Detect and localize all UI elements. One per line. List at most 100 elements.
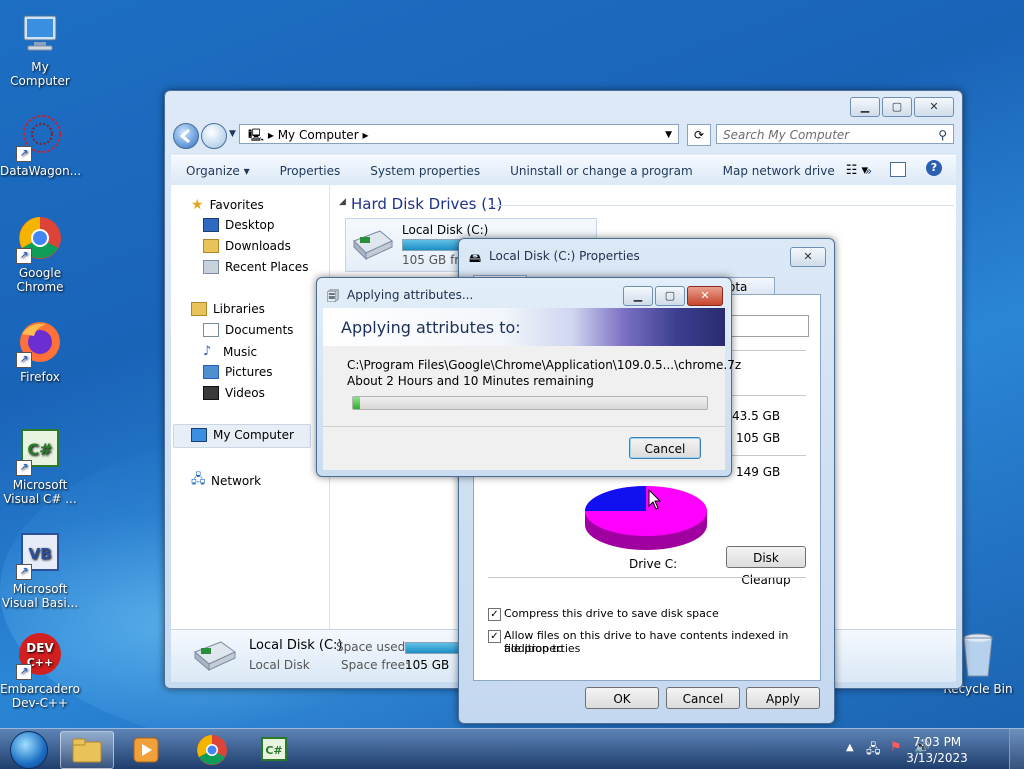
forward-button[interactable] bbox=[201, 123, 227, 149]
used-space-value: 43.5 GB bbox=[732, 409, 781, 423]
action-center-flag-icon[interactable]: ⚑ bbox=[890, 740, 902, 755]
network-tray-icon[interactable]: 🖧 bbox=[866, 740, 881, 762]
details-drive-name: Local Disk (C:) bbox=[249, 638, 343, 653]
desktop-icon-label: DataWagon... bbox=[0, 164, 82, 178]
desktop-icon-label: Microsoft Visual C# ... bbox=[3, 478, 77, 506]
address-dropdown-icon[interactable]: ▼ bbox=[665, 125, 672, 145]
address-bar[interactable]: 🖳 ▸ My Computer ▸ ▼ bbox=[239, 124, 679, 144]
desktop-icon-datawagon[interactable]: ↗ DataWagon... bbox=[0, 114, 82, 178]
index-checkbox[interactable]: ✓ bbox=[488, 630, 501, 643]
maximize-button[interactable]: ▢ bbox=[655, 286, 685, 306]
start-button[interactable] bbox=[4, 729, 52, 769]
pictures-icon bbox=[203, 365, 219, 379]
nav-my-computer[interactable]: My Computer bbox=[191, 428, 294, 442]
apply-button[interactable]: Apply bbox=[746, 687, 820, 709]
desktop-icon-devcpp[interactable]: DEV C++ ↗ Embarcadero Dev-C++ bbox=[0, 632, 80, 710]
applying-caption-buttons: ▁ ▢ ✕ bbox=[623, 286, 723, 306]
nav-music[interactable]: ♪ Music bbox=[203, 344, 257, 359]
svg-text:DEV: DEV bbox=[26, 641, 54, 655]
compress-checkbox[interactable]: ✓ bbox=[488, 608, 501, 621]
uninstall-program-button[interactable]: Uninstall or change a program bbox=[495, 164, 708, 178]
taskbar-explorer[interactable] bbox=[60, 731, 114, 769]
properties-button[interactable]: Properties bbox=[265, 164, 356, 178]
properties-close-button[interactable]: ✕ bbox=[790, 247, 826, 267]
free-space-value: 105 GB bbox=[736, 431, 781, 445]
search-input[interactable]: Search My Computer ⚲ bbox=[716, 124, 954, 144]
desktop-icon-label: Embarcadero Dev-C++ bbox=[0, 682, 80, 710]
show-hidden-icons-button[interactable]: ▲ bbox=[846, 742, 854, 753]
network-icon: 🖧 bbox=[191, 472, 206, 487]
cancel-button[interactable]: Cancel bbox=[666, 687, 740, 709]
shortcut-arrow-icon: ↗ bbox=[16, 352, 32, 368]
desktop-icon-firefox[interactable]: ↗ Firefox bbox=[0, 320, 80, 384]
nav-recent-places[interactable]: Recent Places bbox=[203, 260, 308, 274]
compress-label: Compress this drive to save disk space bbox=[504, 607, 719, 620]
documents-icon bbox=[203, 323, 219, 337]
maximize-button[interactable]: ▢ bbox=[882, 97, 912, 117]
taskbar-chrome[interactable] bbox=[184, 731, 236, 767]
ok-button[interactable]: OK bbox=[585, 687, 659, 709]
capacity-value: 149 GB bbox=[736, 465, 781, 479]
breadcrumb-my-computer[interactable]: My Computer bbox=[278, 128, 359, 142]
show-desktop-button[interactable] bbox=[1009, 729, 1024, 769]
details-space-free-value: 105 GB bbox=[405, 658, 450, 672]
taskbar-clock[interactable]: 7:03 PM 3/13/2023 bbox=[902, 734, 972, 766]
taskbar: C# ▲ 🖧 ⚑ 🔊 7:03 PM 3/13/2023 bbox=[0, 728, 1024, 769]
datawagon-icon: ↗ bbox=[16, 114, 64, 162]
drive-c-label: Drive C: bbox=[629, 557, 678, 571]
applying-attributes-dialog: 🗐 Applying attributes... ▁ ▢ ✕ Applying … bbox=[316, 277, 741, 477]
minimize-button[interactable]: ▁ bbox=[850, 97, 880, 117]
applying-banner-text: Applying attributes to: bbox=[341, 318, 521, 337]
cancel-button[interactable]: Cancel bbox=[629, 437, 701, 459]
map-network-drive-button[interactable]: Map network drive bbox=[708, 164, 850, 178]
time-remaining: About 2 Hours and 10 Minutes remaining bbox=[347, 374, 594, 388]
taskbar-media-player[interactable] bbox=[120, 731, 172, 767]
star-icon: ★ bbox=[191, 197, 204, 213]
breadcrumb-chevron-icon: ▸ bbox=[362, 128, 369, 142]
system-properties-button[interactable]: System properties bbox=[355, 164, 495, 178]
shortcut-arrow-icon: ↗ bbox=[16, 564, 32, 580]
disk-cleanup-button[interactable]: Disk Cleanup bbox=[726, 546, 806, 587]
nav-videos[interactable]: Videos bbox=[203, 386, 265, 400]
nav-favorites[interactable]: ★ Favorites bbox=[191, 197, 264, 213]
progress-fill bbox=[353, 397, 361, 409]
chrome-icon bbox=[197, 735, 227, 765]
desktop-icon-my-computer[interactable]: My Computer bbox=[0, 10, 80, 88]
back-button[interactable] bbox=[173, 123, 199, 149]
nav-libraries[interactable]: Libraries bbox=[191, 302, 265, 316]
properties-title: Local Disk (C:) Properties bbox=[489, 249, 640, 263]
section-collapse-icon[interactable]: ◢ bbox=[339, 197, 346, 207]
refresh-button[interactable]: ⟳ bbox=[687, 124, 711, 146]
close-button[interactable]: ✕ bbox=[914, 97, 954, 117]
libraries-icon bbox=[191, 302, 207, 316]
clock-time: 7:03 PM bbox=[912, 735, 962, 749]
view-options-icon[interactable]: ☷ ▾ bbox=[846, 163, 868, 178]
organize-button[interactable]: Organize ▾ bbox=[171, 164, 265, 178]
section-hard-disk-drives[interactable]: Hard Disk Drives (1) bbox=[351, 195, 502, 213]
taskbar-visual-csharp[interactable]: C# bbox=[248, 731, 300, 767]
close-button[interactable]: ✕ bbox=[687, 286, 723, 306]
mouse-cursor-icon bbox=[648, 489, 662, 510]
current-file-path: C:\Program Files\Google\Chrome\Applicati… bbox=[347, 358, 742, 372]
search-icon: ⚲ bbox=[938, 128, 947, 142]
music-note-icon: ♪ bbox=[203, 344, 212, 359]
nav-pictures[interactable]: Pictures bbox=[203, 365, 273, 379]
shortcut-arrow-icon: ↗ bbox=[16, 146, 32, 162]
nav-desktop[interactable]: Desktop bbox=[203, 218, 275, 232]
shortcut-arrow-icon: ↗ bbox=[16, 460, 32, 476]
clock-date: 3/13/2023 bbox=[906, 751, 968, 765]
volume-label-field[interactable] bbox=[729, 315, 809, 337]
computer-icon: 🖳 bbox=[248, 128, 265, 142]
desktop-icon-chrome[interactable]: ↗ Google Chrome bbox=[0, 216, 80, 294]
nav-network[interactable]: 🖧 Network bbox=[191, 470, 261, 492]
nav-documents[interactable]: Documents bbox=[203, 323, 293, 337]
search-placeholder: Search My Computer bbox=[723, 128, 850, 142]
minimize-button[interactable]: ▁ bbox=[623, 286, 653, 306]
preview-pane-icon[interactable] bbox=[890, 162, 906, 177]
section-divider bbox=[489, 205, 954, 206]
desktop-icon-visual-basic[interactable]: VB ↗ Microsoft Visual Basi... bbox=[0, 532, 80, 610]
help-icon[interactable]: ? bbox=[926, 160, 942, 176]
nav-downloads[interactable]: Downloads bbox=[203, 239, 291, 253]
recent-pages-dropdown[interactable]: ▼ bbox=[229, 129, 236, 139]
desktop-icon-visual-csharp[interactable]: C# ↗ Microsoft Visual C# ... bbox=[0, 428, 80, 506]
